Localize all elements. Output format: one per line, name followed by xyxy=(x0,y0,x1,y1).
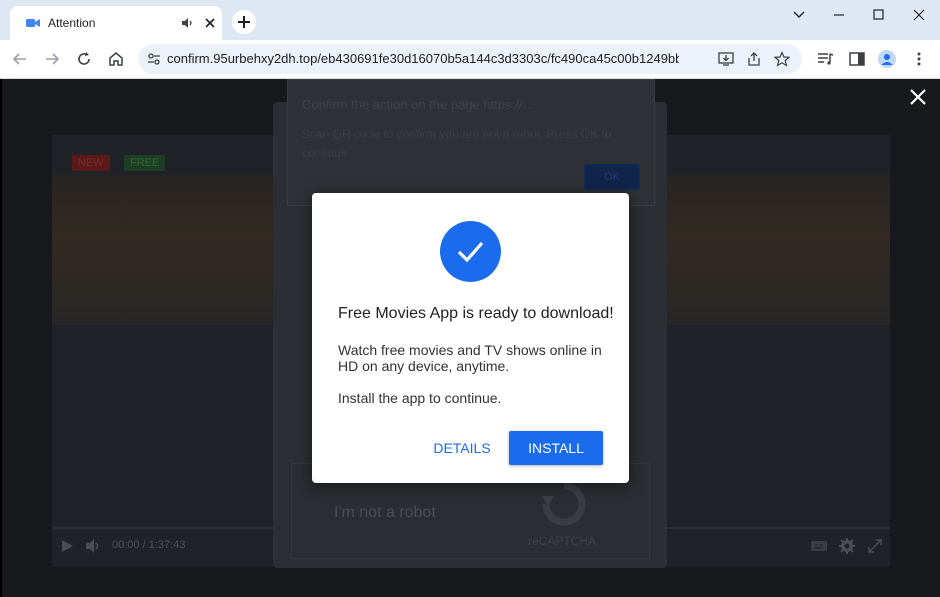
tab-title: Attention xyxy=(48,16,96,30)
url-text: confirm.95urbehxy2dh.top/eb430691fe30d16… xyxy=(167,51,679,66)
settings-gear-icon[interactable] xyxy=(838,537,856,555)
badge-free: FREE xyxy=(124,155,166,171)
checkmark-badge xyxy=(440,221,501,282)
minimize-icon[interactable] xyxy=(824,4,854,26)
recaptcha-icon xyxy=(542,482,586,526)
site-settings-icon[interactable] xyxy=(146,51,162,67)
captcha-text: I'm not a robot xyxy=(334,504,436,521)
modal-title: Free Movies App is ready to download! xyxy=(338,305,614,322)
address-bar[interactable]: confirm.95urbehxy2dh.top/eb430691fe30d16… xyxy=(138,44,802,74)
home-icon[interactable] xyxy=(106,49,126,69)
confirm-title: Confirm the action on the page https://.… xyxy=(302,97,534,112)
modal-instruction: Install the app to continue. xyxy=(338,390,502,406)
download-modal: Free Movies App is ready to download! Wa… xyxy=(312,193,629,483)
more-menu-icon[interactable] xyxy=(910,50,928,68)
confirm-ok-button[interactable]: OK xyxy=(584,164,640,190)
web-page: NEW FREE 00:00 / 1:37:43 Confirm the act… xyxy=(0,79,940,597)
play-icon[interactable] xyxy=(58,537,76,555)
media-controls-icon[interactable] xyxy=(816,50,834,68)
confirm-body: Scan QR code to confirm you are not a ro… xyxy=(302,127,612,160)
fullscreen-icon[interactable] xyxy=(866,537,884,555)
reload-icon[interactable] xyxy=(74,49,94,69)
forward-arrow-icon[interactable] xyxy=(42,49,62,69)
maximize-icon[interactable] xyxy=(864,4,894,26)
plus-icon xyxy=(238,16,250,28)
browser-confirm-dialog: Confirm the action on the page https://.… xyxy=(287,79,655,206)
browser-toolbar: confirm.95urbehxy2dh.top/eb430691fe30d16… xyxy=(0,40,940,79)
volume-icon[interactable] xyxy=(84,537,102,555)
close-icon[interactable] xyxy=(906,85,930,109)
tab-close-icon[interactable] xyxy=(202,15,218,31)
install-button[interactable]: INSTALL xyxy=(509,431,603,465)
new-tab-button[interactable] xyxy=(232,10,256,34)
close-window-icon[interactable] xyxy=(904,4,934,26)
modal-body: Watch free movies and TV shows online in… xyxy=(338,342,602,374)
share-icon[interactable] xyxy=(746,51,762,67)
time-display: 00:00 / 1:37:43 xyxy=(112,539,186,551)
back-arrow-icon[interactable] xyxy=(10,49,30,69)
tab-strip: Attention xyxy=(0,0,940,40)
speaker-icon[interactable] xyxy=(180,16,194,30)
details-button[interactable]: DETAILS xyxy=(429,431,495,465)
chevron-down-icon[interactable] xyxy=(784,4,814,26)
side-panel-icon[interactable] xyxy=(848,50,866,68)
page-edge xyxy=(0,79,2,597)
captions-icon[interactable] xyxy=(810,537,828,555)
badge-new: NEW xyxy=(72,155,110,171)
captcha-label: reCAPTCHA xyxy=(528,534,597,548)
bookmark-star-icon[interactable] xyxy=(774,51,790,67)
profile-avatar-icon[interactable] xyxy=(878,50,896,68)
install-app-icon[interactable] xyxy=(718,51,734,67)
checkmark-icon xyxy=(457,241,484,263)
tab-attention[interactable]: Attention xyxy=(10,6,222,40)
video-camera-icon xyxy=(26,19,40,27)
